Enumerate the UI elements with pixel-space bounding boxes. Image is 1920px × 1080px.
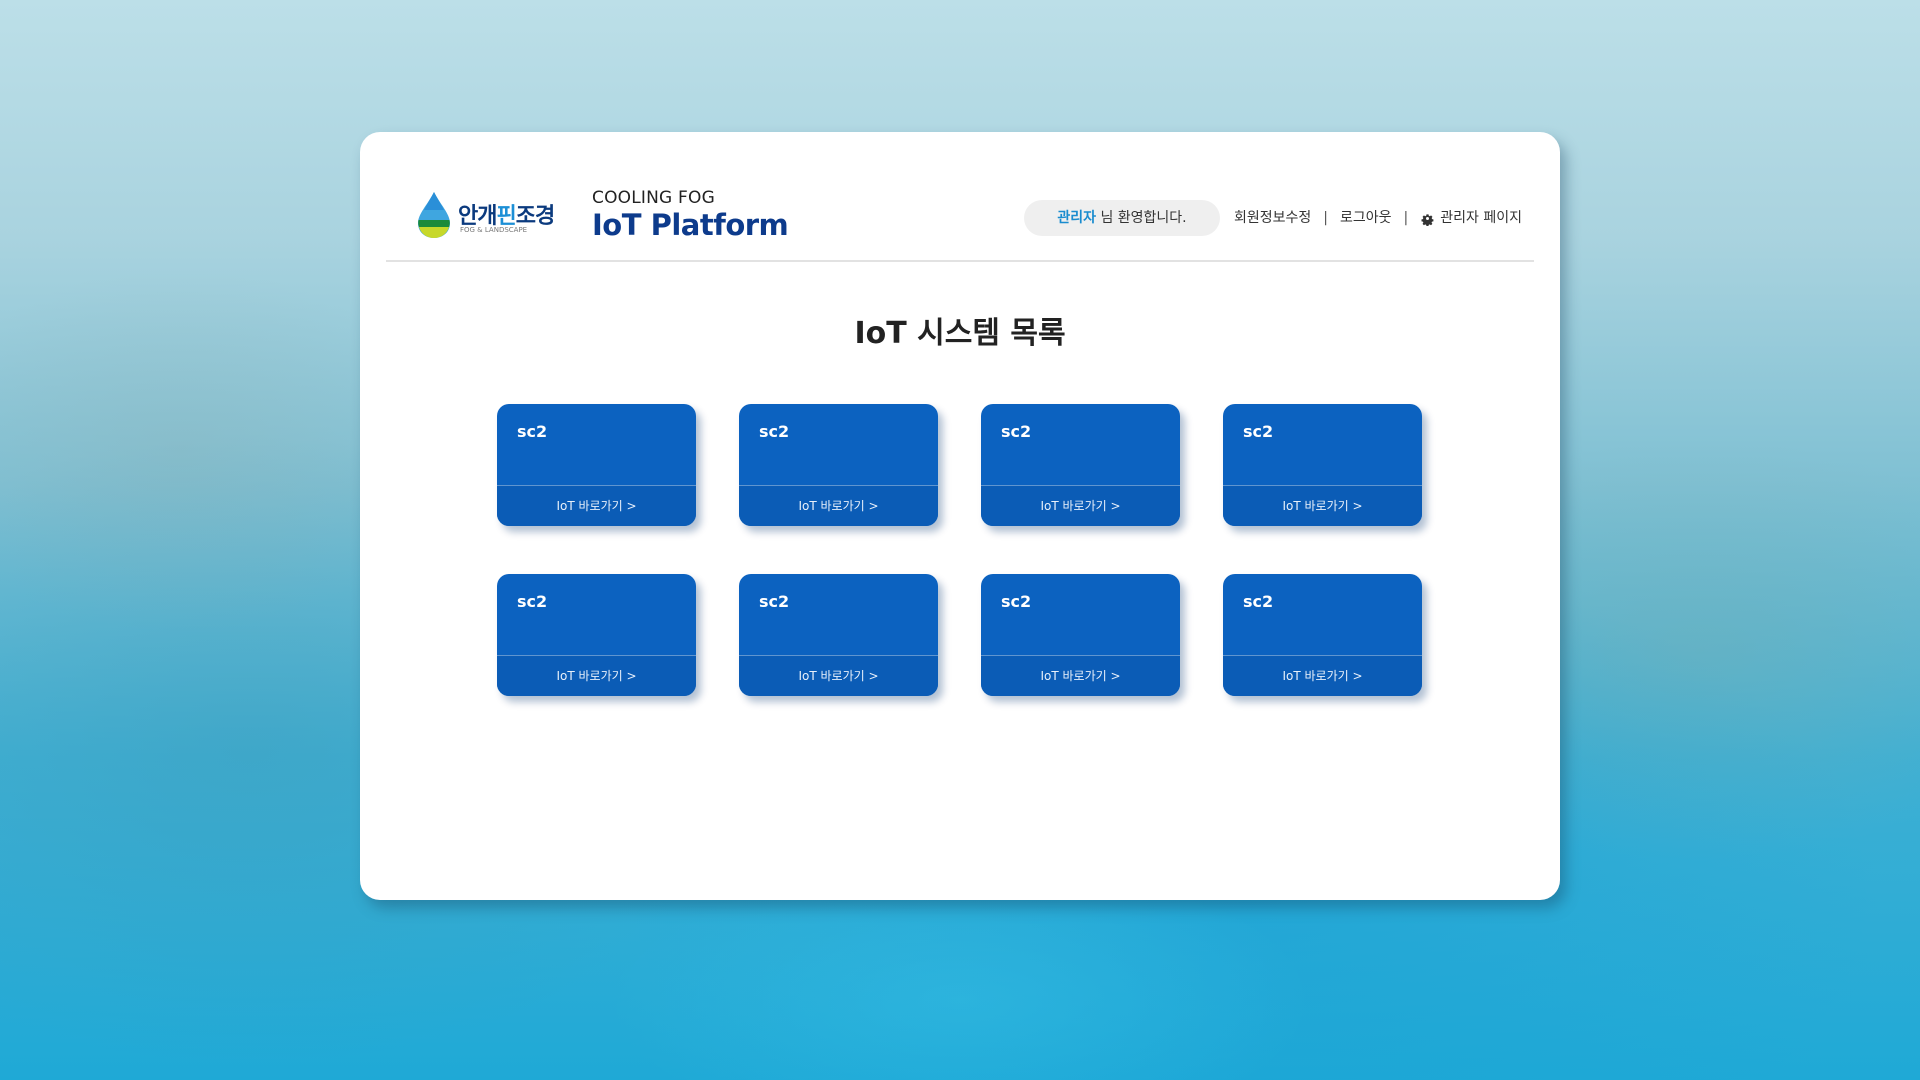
iot-shortcut-link[interactable]: IoT 바로가기 > [497, 485, 696, 526]
iot-system-card[interactable]: sc2 IoT 바로가기 > [739, 574, 938, 696]
iot-system-card[interactable]: sc2 IoT 바로가기 > [1223, 404, 1422, 526]
company-logo[interactable]: 안개핀조경 FOG & LANDSCAPE [416, 190, 566, 244]
welcome-text: 님 환영합니다. [1096, 210, 1187, 226]
header-nav: 회원정보수정 | 로그아웃 | 관리자 페이지 [1234, 200, 1522, 236]
iot-shortcut-link[interactable]: IoT 바로가기 > [497, 655, 696, 696]
page-title: IoT 시스템 목록 [854, 316, 1066, 351]
brand-small-title: COOLING FOG [592, 188, 715, 208]
brand-big-title: IoT Platform [592, 208, 789, 242]
iot-shortcut-link[interactable]: IoT 바로가기 > [1223, 655, 1422, 696]
system-name: sc2 [759, 592, 790, 611]
nav-separator: | [1323, 210, 1328, 226]
admin-page-link[interactable]: 관리자 페이지 [1420, 200, 1522, 236]
iot-shortcut-link[interactable]: IoT 바로가기 > [981, 485, 1180, 526]
edit-profile-link[interactable]: 회원정보수정 [1234, 200, 1311, 236]
iot-system-card[interactable]: sc2 IoT 바로가기 > [1223, 574, 1422, 696]
system-name: sc2 [517, 422, 548, 441]
system-name: sc2 [517, 592, 548, 611]
nav-separator: | [1403, 210, 1409, 226]
iot-shortcut-link[interactable]: IoT 바로가기 > [739, 485, 938, 526]
logo-subtitle: FOG & LANDSCAPE [460, 226, 528, 234]
platform-brand: COOLING FOG IoT Platform [592, 188, 789, 242]
water-drop-logo-icon [418, 192, 450, 238]
iot-system-card[interactable]: sc2 IoT 바로가기 > [497, 404, 696, 526]
iot-system-card[interactable]: sc2 IoT 바로가기 > [981, 404, 1180, 526]
main-panel: 안개핀조경 FOG & LANDSCAPE COOLING FOG IoT Pl… [360, 132, 1560, 900]
iot-shortcut-link[interactable]: IoT 바로가기 > [1223, 485, 1422, 526]
welcome-badge: 관리자 님 환영합니다. [1024, 200, 1220, 236]
iot-system-grid: sc2 IoT 바로가기 > sc2 IoT 바로가기 > sc2 IoT 바로… [497, 404, 1423, 696]
admin-page-label: 관리자 페이지 [1440, 210, 1522, 226]
iot-shortcut-link[interactable]: IoT 바로가기 > [739, 655, 938, 696]
system-name: sc2 [1243, 592, 1274, 611]
iot-shortcut-link[interactable]: IoT 바로가기 > [981, 655, 1180, 696]
system-name: sc2 [1001, 592, 1032, 611]
iot-system-card[interactable]: sc2 IoT 바로가기 > [497, 574, 696, 696]
system-name: sc2 [1001, 422, 1032, 441]
iot-system-card[interactable]: sc2 IoT 바로가기 > [981, 574, 1180, 696]
iot-system-card[interactable]: sc2 IoT 바로가기 > [739, 404, 938, 526]
header: 안개핀조경 FOG & LANDSCAPE COOLING FOG IoT Pl… [386, 132, 1534, 262]
logout-link[interactable]: 로그아웃 [1340, 200, 1392, 236]
system-name: sc2 [759, 422, 790, 441]
welcome-username: 관리자 [1057, 210, 1096, 226]
system-name: sc2 [1243, 422, 1274, 441]
gear-icon [1421, 213, 1434, 226]
